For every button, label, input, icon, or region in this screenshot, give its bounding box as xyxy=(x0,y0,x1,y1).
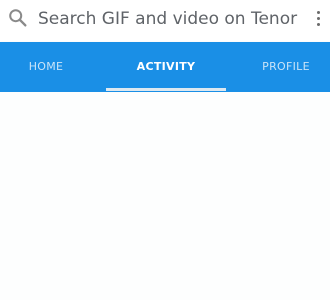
tab-activity[interactable]: ACTIVITY xyxy=(106,42,226,92)
tab-home[interactable]: HOME xyxy=(0,42,92,92)
tab-bar: HOME ACTIVITY PROFILE xyxy=(0,42,330,92)
more-vert-icon[interactable] xyxy=(310,8,326,30)
tab-selected-indicator xyxy=(106,88,226,91)
search-bar[interactable]: Search GIF and video on Tenor xyxy=(0,0,330,42)
search-input[interactable]: Search GIF and video on Tenor xyxy=(38,8,297,30)
activity-content xyxy=(0,92,330,300)
tab-profile[interactable]: PROFILE xyxy=(240,42,330,92)
search-icon[interactable] xyxy=(7,7,29,29)
